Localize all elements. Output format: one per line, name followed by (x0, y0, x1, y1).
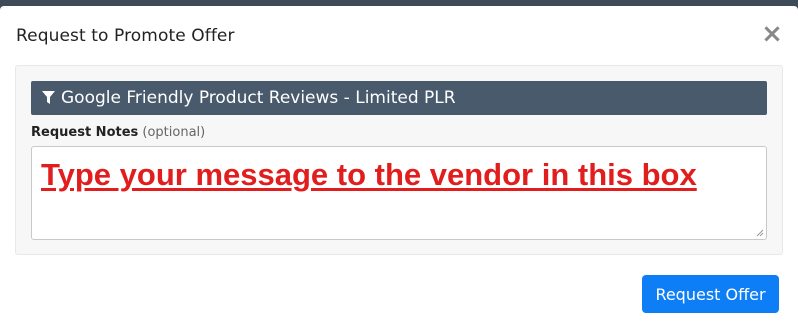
optional-hint: (optional) (142, 125, 206, 140)
offer-name: Google Friendly Product Reviews - Limite… (61, 88, 456, 108)
promote-offer-modal: Request to Promote Offer × Google Friend… (0, 6, 798, 332)
offer-title-bar: Google Friendly Product Reviews - Limite… (31, 81, 767, 115)
request-offer-button[interactable]: Request Offer (642, 275, 779, 313)
request-notes-label-text: Request Notes (31, 125, 139, 140)
modal-header: Request to Promote Offer × (0, 6, 798, 62)
modal-title: Request to Promote Offer (16, 26, 235, 46)
offer-panel: Google Friendly Product Reviews - Limite… (15, 65, 783, 255)
request-notes-value: Type your message to the vendor in this … (41, 157, 697, 192)
request-notes-textarea[interactable]: Type your message to the vendor in this … (31, 146, 767, 240)
request-notes-label: Request Notes (optional) (31, 125, 205, 140)
close-icon[interactable]: × (760, 21, 784, 47)
resize-handle-icon[interactable] (756, 229, 764, 237)
filter-icon (42, 91, 55, 104)
